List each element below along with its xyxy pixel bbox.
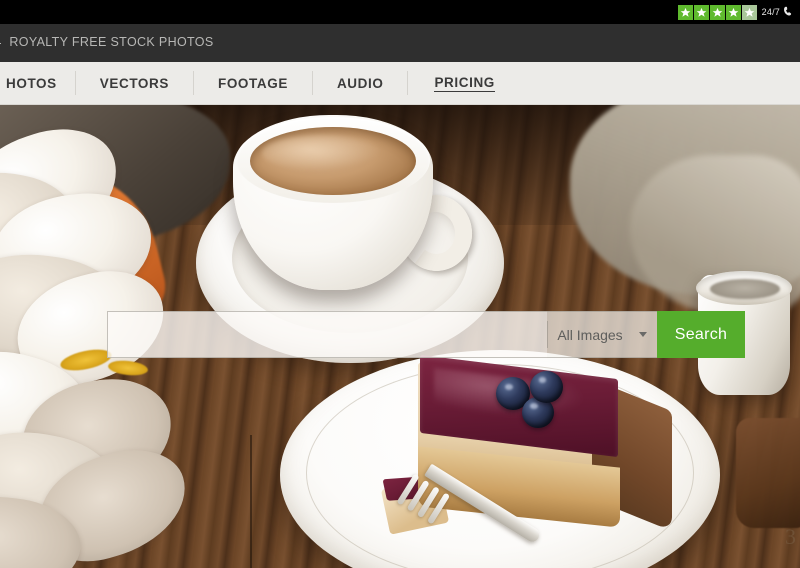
star-icon xyxy=(725,4,741,20)
utility-bar-right: 24/7 xyxy=(677,0,796,24)
star-icon xyxy=(709,4,725,20)
plank-seam xyxy=(250,435,252,568)
tagline-text: ,074 ROYALTY FREE STOCK PHOTOS xyxy=(0,35,214,49)
search-type-label: All Images xyxy=(557,326,623,343)
milk-pitcher-interior xyxy=(710,279,780,299)
star-half-icon xyxy=(741,4,757,20)
nav-item-photos[interactable]: HOTOS xyxy=(0,62,75,104)
main-navigation: HOTOS VECTORS FOOTAGE AUDIO PRICING xyxy=(0,62,800,105)
utility-bar: 24/7 xyxy=(0,0,800,24)
page-number: 3 xyxy=(785,524,796,549)
flower-stamen xyxy=(107,358,149,378)
nav-item-label: FOOTAGE xyxy=(217,75,288,91)
search-type-dropdown[interactable]: All Images xyxy=(547,311,657,358)
tagline-label: ROYALTY FREE STOCK PHOTOS xyxy=(9,35,214,49)
nav-item-label: AUDIO xyxy=(336,75,384,91)
wooden-object-right xyxy=(736,418,800,528)
nav-item-label: PRICING xyxy=(434,74,495,92)
search-input[interactable] xyxy=(108,312,547,357)
phone-icon xyxy=(784,6,792,16)
star-icon xyxy=(693,4,709,20)
nav-item-vectors[interactable]: VECTORS xyxy=(76,62,193,104)
page-root: 3 All Images Search HOTOS VECTORS FOOTAG… xyxy=(0,0,800,568)
star-icon xyxy=(677,4,693,20)
rating-stars[interactable] xyxy=(677,4,757,20)
photo-count: ,074 xyxy=(0,35,2,49)
nav-item-pricing[interactable]: PRICING xyxy=(408,62,520,104)
chevron-down-icon xyxy=(638,332,647,337)
search-bar: All Images Search xyxy=(107,311,745,358)
nav-item-label: VECTORS xyxy=(99,75,169,91)
nav-item-label: HOTOS xyxy=(6,75,57,91)
support-label: 24/7 xyxy=(761,7,780,17)
coffee-highlight xyxy=(262,135,382,171)
blueberry xyxy=(530,371,563,403)
search-input-container[interactable] xyxy=(107,311,547,358)
nav-item-footage[interactable]: FOOTAGE xyxy=(194,62,312,104)
search-button[interactable]: Search xyxy=(657,311,745,358)
support-contact[interactable]: 24/7 xyxy=(762,6,796,18)
nav-item-audio[interactable]: AUDIO xyxy=(313,62,408,104)
tagline-bar: ,074 ROYALTY FREE STOCK PHOTOS xyxy=(0,24,800,62)
